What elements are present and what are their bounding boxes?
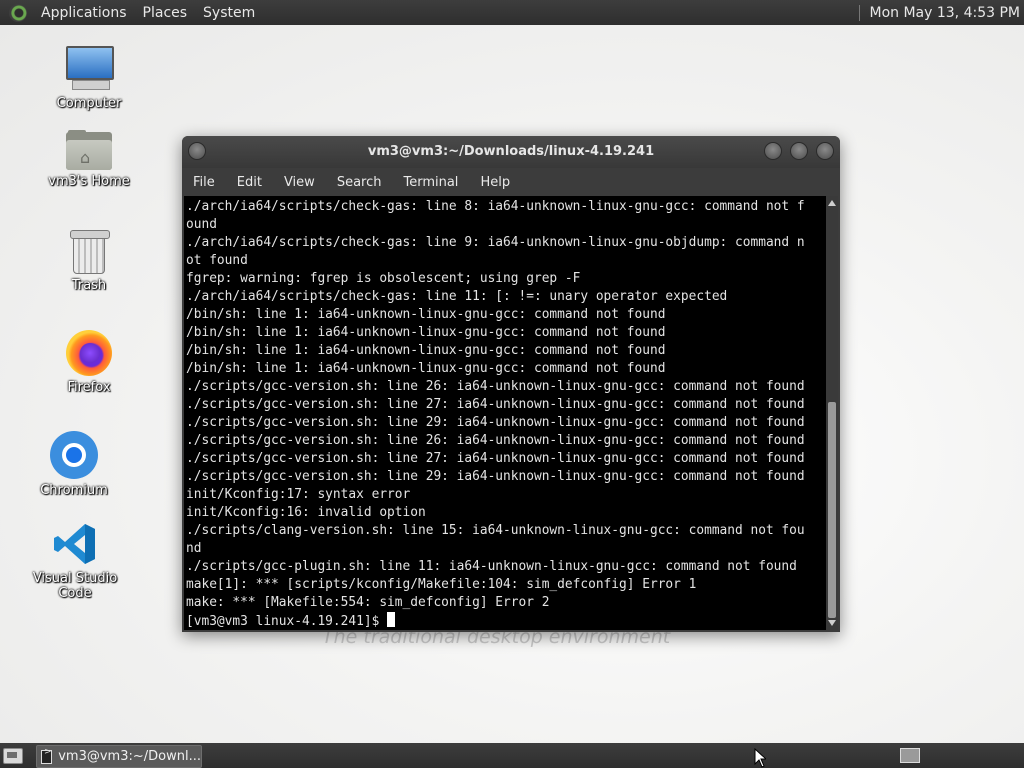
chromium-icon — [50, 431, 98, 479]
terminal-line: ./scripts/gcc-version.sh: line 26: ia64-… — [186, 379, 805, 394]
terminal-line: /bin/sh: line 1: ia64-unknown-linux-gnu-… — [186, 325, 666, 340]
terminal-line: init/Kconfig:17: syntax error — [186, 487, 411, 502]
terminal-line: ./arch/ia64/scripts/check-gas: line 9: i… — [186, 235, 805, 250]
terminal-line: ./scripts/gcc-version.sh: line 29: ia64-… — [186, 415, 805, 430]
desktop-icon-label: Computer — [56, 96, 122, 111]
taskbar-item-label: vm3@vm3:~/Downl... — [58, 749, 201, 764]
mate-logo-icon[interactable] — [9, 3, 27, 22]
desktop-icon-label: Chromium — [40, 483, 108, 498]
terminal-line: ./scripts/gcc-version.sh: line 27: ia64-… — [186, 451, 805, 466]
firefox-icon — [66, 330, 112, 376]
terminal-prompt: [vm3@vm3 linux-4.19.241]$ — [186, 614, 388, 629]
workspace-switcher[interactable] — [900, 748, 920, 763]
desktop-icon-computer[interactable]: Computer — [34, 46, 144, 111]
menu-applications[interactable]: Applications — [33, 5, 135, 21]
clock[interactable]: Mon May 13, 4:53 PM — [870, 5, 1024, 21]
vscode-icon — [52, 521, 98, 567]
desktop-icon-trash[interactable]: Trash — [34, 230, 144, 293]
desktop-icon-home[interactable]: ⌂ vm3's Home — [34, 130, 144, 189]
scrollbar-thumb[interactable] — [828, 402, 836, 618]
menu-file[interactable]: File — [182, 175, 226, 190]
terminal-line: make[1]: *** [scripts/kconfig/Makefile:1… — [186, 577, 697, 592]
menu-terminal[interactable]: Terminal — [392, 175, 469, 190]
trash-icon — [70, 230, 110, 274]
show-desktop-button[interactable] — [3, 748, 23, 764]
terminal-scrollbar[interactable] — [826, 196, 838, 630]
desktop-icon-label: Visual Studio Code — [32, 571, 118, 601]
terminal-cursor — [387, 612, 396, 627]
menu-view[interactable]: View — [273, 175, 326, 190]
terminal-line: ./arch/ia64/scripts/check-gas: line 8: i… — [186, 199, 805, 214]
terminal-line: ound — [186, 217, 217, 232]
desktop-icon-chromium[interactable]: Chromium — [19, 431, 129, 498]
terminal-line: make: *** [Makefile:554: sim_defconfig] … — [186, 595, 550, 610]
window-title: vm3@vm3:~/Downloads/linux-4.19.241 — [367, 144, 655, 159]
menu-search[interactable]: Search — [326, 175, 393, 190]
terminal-line: ./scripts/clang-version.sh: line 15: ia6… — [186, 523, 805, 538]
scroll-up-arrow-icon[interactable] — [828, 200, 836, 206]
menu-places[interactable]: Places — [135, 5, 196, 21]
terminal-line: ./scripts/gcc-plugin.sh: line 11: ia64-u… — [186, 559, 797, 574]
desktop-icon-label: Trash — [71, 278, 107, 293]
terminal-line: ./scripts/gcc-version.sh: line 27: ia64-… — [186, 397, 805, 412]
bottom-panel: vm3@vm3:~/Downl... — [0, 743, 1024, 768]
desktop-icon-label: Firefox — [67, 380, 111, 395]
taskbar-item-terminal[interactable]: vm3@vm3:~/Downl... — [36, 745, 202, 768]
menu-help[interactable]: Help — [469, 175, 521, 190]
desktop-icon-label: vm3's Home — [48, 174, 130, 189]
terminal-titlebar[interactable]: vm3@vm3:~/Downloads/linux-4.19.241 — [182, 136, 840, 168]
terminal-line: /bin/sh: line 1: ia64-unknown-linux-gnu-… — [186, 343, 666, 358]
maximize-button[interactable] — [790, 142, 808, 160]
menu-edit[interactable]: Edit — [226, 175, 273, 190]
terminal-line: ot found — [186, 253, 248, 268]
terminal-menubar: File Edit View Search Terminal Help — [182, 168, 840, 196]
terminal-line: /bin/sh: line 1: ia64-unknown-linux-gnu-… — [186, 361, 666, 376]
terminal-line: ./scripts/gcc-version.sh: line 29: ia64-… — [186, 469, 805, 484]
terminal-line: /bin/sh: line 1: ia64-unknown-linux-gnu-… — [186, 307, 666, 322]
mouse-pointer-icon — [754, 748, 766, 768]
minimize-button[interactable] — [764, 142, 782, 160]
terminal-line: ./scripts/gcc-version.sh: line 26: ia64-… — [186, 433, 805, 448]
close-button[interactable] — [816, 142, 834, 160]
top-panel: Applications Places System Mon May 13, 4… — [0, 0, 1024, 25]
desktop-icon-firefox[interactable]: Firefox — [34, 330, 144, 395]
terminal-line: init/Kconfig:16: invalid option — [186, 505, 426, 520]
terminal-line: nd — [186, 541, 202, 556]
terminal-icon — [41, 747, 53, 764]
scroll-down-arrow-icon[interactable] — [828, 620, 836, 626]
menu-system[interactable]: System — [195, 5, 263, 21]
computer-icon — [64, 46, 114, 92]
desktop-icon-vscode[interactable]: Visual Studio Code — [19, 521, 131, 601]
home-folder-icon: ⌂ — [66, 130, 112, 170]
terminal-window: vm3@vm3:~/Downloads/linux-4.19.241 File … — [182, 136, 840, 632]
panel-separator — [858, 4, 860, 21]
terminal-line: ./arch/ia64/scripts/check-gas: line 11: … — [186, 289, 728, 304]
terminal-output[interactable]: ./arch/ia64/scripts/check-gas: line 8: i… — [184, 196, 826, 630]
terminal-line: fgrep: warning: fgrep is obsolescent; us… — [186, 271, 581, 286]
